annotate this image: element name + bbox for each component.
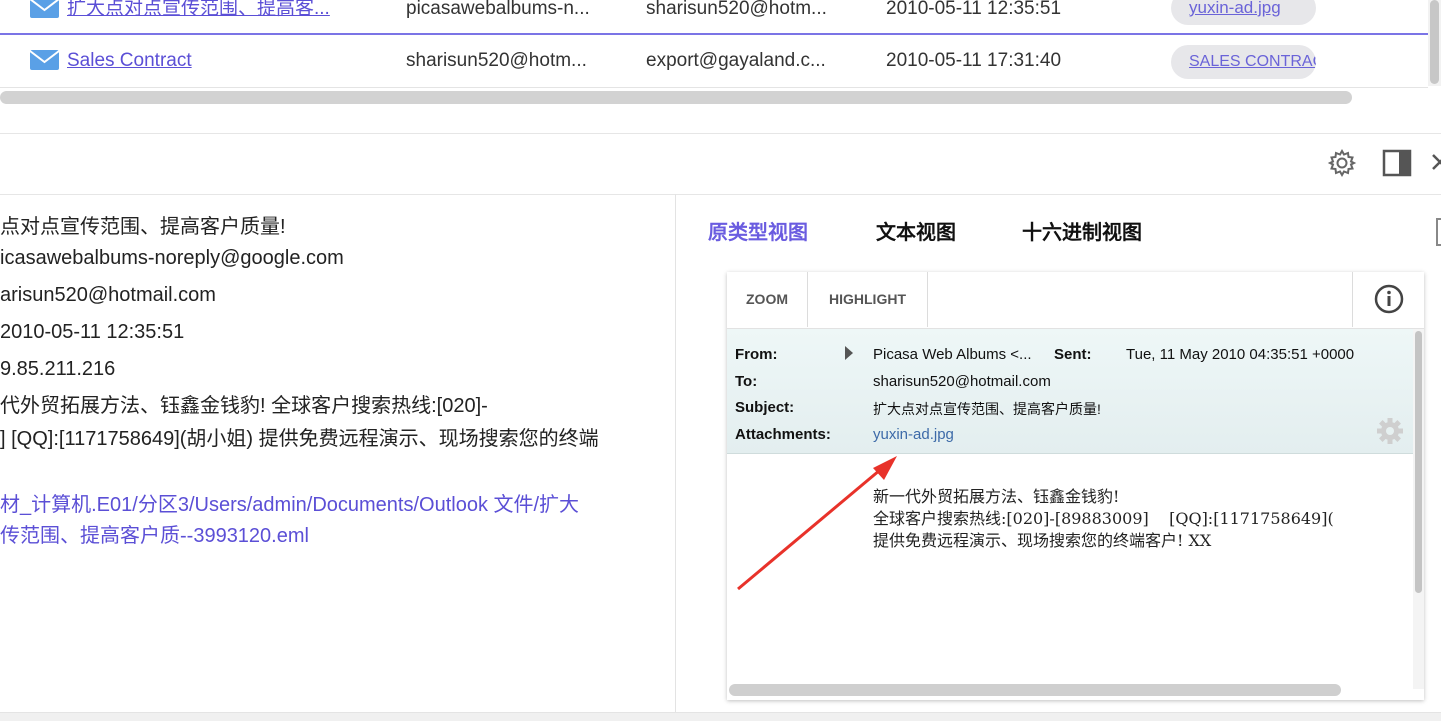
detail-to: arisun520@hotmail.com: [0, 284, 216, 306]
attachment-link[interactable]: yuxin-ad.jpg: [873, 426, 954, 443]
gear-icon[interactable]: [1327, 148, 1357, 178]
email-from: sharisun520@hotm...: [406, 50, 587, 71]
email-subject-link[interactable]: 扩大点对点宣传范围、提高客...: [67, 0, 367, 20]
scrollbar-thumb[interactable]: [1430, 0, 1439, 84]
subject-label: Subject:: [735, 399, 795, 416]
sent-value: Tue, 11 May 2010 04:35:51 +0000: [1126, 346, 1355, 363]
sent-label: Sent:: [1054, 346, 1092, 363]
attachment-link[interactable]: SALES CONTRACT: [1189, 53, 1316, 71]
detail-file-path-link[interactable]: 材_计算机.E01/分区3/Users/admin/Documents/Outl…: [0, 490, 665, 552]
attachment-chip[interactable]: yuxin-ad.jpg: [1171, 0, 1316, 25]
email-to: export@gayaland.c...: [646, 50, 826, 71]
detail-ip: 9.85.211.216: [0, 358, 116, 380]
tab-hex-view[interactable]: 十六进制视图: [1022, 216, 1142, 245]
email-list: 扩大点对点宣传范围、提高客... picasawebalbums-n... sh…: [0, 0, 1441, 106]
attachment-chip[interactable]: SALES CONTRACT: [1171, 45, 1316, 79]
email-subject-link[interactable]: Sales Contract: [67, 50, 367, 72]
subject-value: 扩大点对点宣传范围、提高客户质量!: [873, 401, 1101, 417]
detail-subject: 点对点宣传范围、提高客户质量!: [0, 216, 286, 238]
panel-toggle-icon[interactable]: [1382, 148, 1412, 178]
panel-edge-control[interactable]: [1436, 218, 1441, 246]
highlight-button[interactable]: HIGHLIGHT: [808, 272, 928, 327]
detail-body: 代外贸拓展方法、钰鑫金钱豹! 全球客户搜索热线:[020]- ] [QQ]:[1…: [0, 395, 599, 450]
tab-text-view[interactable]: 文本视图: [876, 216, 956, 245]
message-header: From: Picasa Web Albums <... Sent: Tue, …: [727, 329, 1413, 454]
email-row[interactable]: Sales Contract sharisun520@hotm... expor…: [0, 33, 1428, 88]
to-value: sharisun520@hotmail.com: [873, 373, 1051, 390]
email-date: 2010-05-11 17:31:40: [886, 50, 1062, 71]
tab-prototype-view[interactable]: 原类型视图: [708, 216, 808, 245]
list-vertical-scrollbar[interactable]: [1428, 0, 1441, 86]
envelope-icon: [29, 50, 60, 70]
viewer-toolbar: ZOOM HIGHLIGHT: [727, 272, 1424, 329]
attachment-link[interactable]: yuxin-ad.jpg: [1189, 0, 1281, 18]
close-icon[interactable]: [1430, 148, 1441, 178]
email-detail-panel: 点对点宣传范围、提高客户质量! icasawebalbums-noreply@g…: [0, 194, 676, 712]
gear-icon[interactable]: [1375, 416, 1405, 446]
info-button[interactable]: [1352, 272, 1425, 327]
envelope-icon: [29, 0, 60, 18]
email-from: picasawebalbums-n...: [406, 0, 590, 19]
detail-date: 2010-05-11 12:35:51: [0, 321, 185, 343]
attachments-label: Attachments:: [735, 426, 831, 443]
detail-from: icasawebalbums-noreply@google.com: [0, 247, 344, 269]
preview-panel: 原类型视图 文本视图 十六进制视图 ZOOM HIGHLIGHT From: P…: [676, 194, 1441, 712]
scrollbar-thumb[interactable]: [1415, 331, 1422, 593]
email-date: 2010-05-11 12:35:51: [886, 0, 1062, 19]
list-horizontal-scrollbar[interactable]: [0, 91, 1352, 104]
zoom-button[interactable]: ZOOM: [727, 272, 808, 327]
expand-triangle-icon[interactable]: [845, 346, 853, 360]
detail-toolbar: [0, 133, 1441, 195]
info-icon: [1374, 284, 1404, 314]
viewer-horizontal-scrollbar[interactable]: [729, 684, 1341, 696]
viewer-vertical-scrollbar[interactable]: [1413, 329, 1424, 689]
email-viewer: ZOOM HIGHLIGHT From: Picasa Web Albums <…: [727, 272, 1424, 700]
email-to: sharisun520@hotm...: [646, 0, 827, 19]
email-row[interactable]: 扩大点对点宣传范围、提高客... picasawebalbums-n... sh…: [0, 0, 1428, 31]
from-value: Picasa Web Albums <...: [873, 346, 1032, 363]
from-label: From:: [735, 346, 778, 363]
to-label: To:: [735, 373, 758, 390]
message-body: 新一代外贸拓展方法、钰鑫金钱豹! 全球客户搜索热线:[020]-[8988300…: [873, 487, 1334, 550]
